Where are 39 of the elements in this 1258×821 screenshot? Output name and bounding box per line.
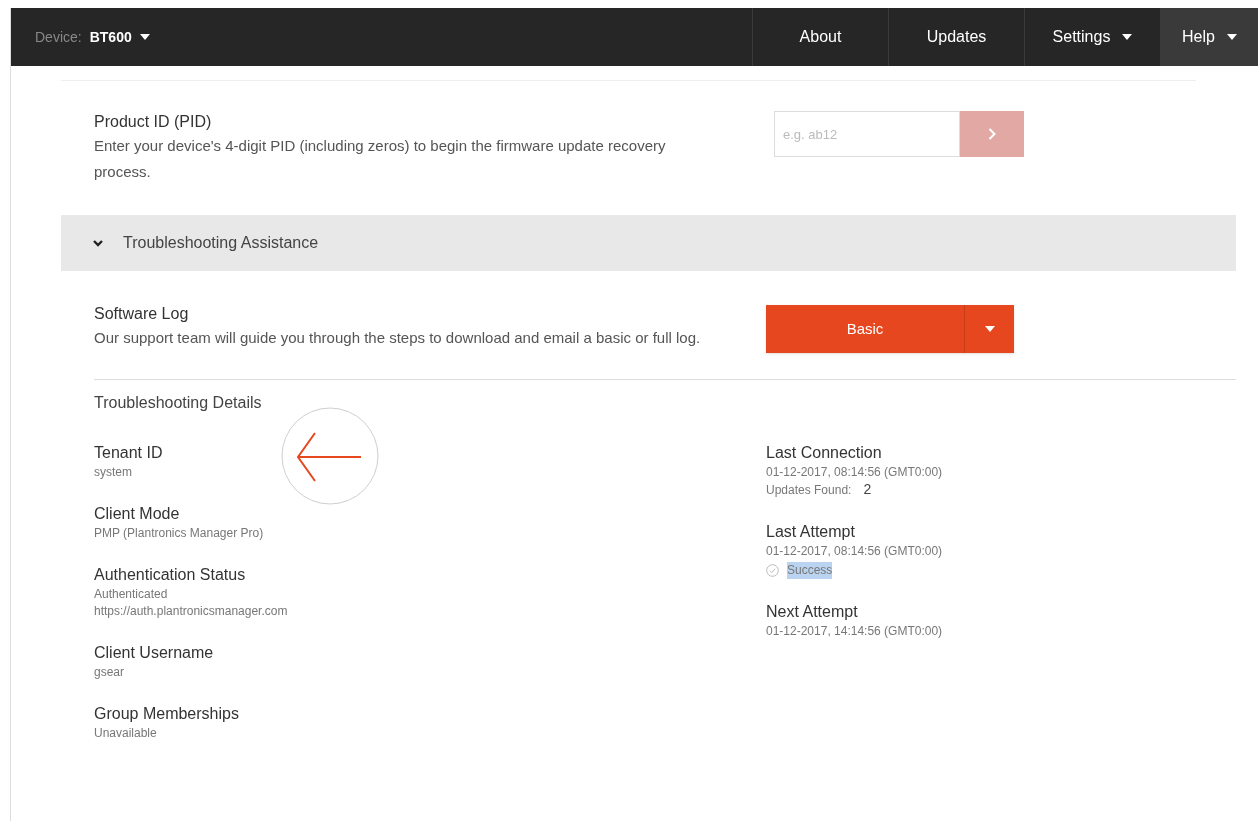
check-circle-icon	[766, 564, 779, 577]
status-text: Success	[787, 562, 833, 579]
detail-value: PMP (Plantronics Manager Pro)	[94, 525, 265, 542]
device-dropdown[interactable]: BT600	[89, 26, 150, 48]
detail-value: https://auth.plantronicsmanager.com	[94, 603, 289, 620]
pid-title: Product ID (PID)	[94, 112, 213, 132]
pid-input-field[interactable]: e.g. ab12	[774, 111, 960, 157]
details-title: Troubleshooting Details	[94, 393, 263, 413]
detail-value: 01-12-2017, 08:14:56 (GMT0:00)	[766, 464, 943, 481]
detail-label: Next Attempt	[766, 602, 859, 622]
detail-label: Client Mode	[94, 504, 181, 524]
pid-description: Enter your device's 4-digit PID (including zeros) to begin the firmware update recovery process.	[94, 136, 667, 182]
log-title: Software Log	[94, 304, 190, 324]
detail-label: Client Username	[94, 643, 215, 663]
detail-value: Unavailable	[94, 725, 158, 742]
detail-value: 01-12-2017, 14:14:56 (GMT0:00)	[766, 623, 943, 640]
nav-item[interactable]: Updates	[888, 8, 1024, 66]
device-label: Device:	[35, 27, 82, 47]
basic-log-button[interactable]: Basic	[766, 305, 964, 353]
caret-icon	[139, 34, 150, 40]
caret-icon	[984, 326, 995, 332]
chevron-right-icon	[988, 128, 996, 140]
detail-label: Authentication Status	[94, 565, 247, 585]
log-description: Our support team will guide you through the steps to download and email a basic or full log.	[94, 328, 702, 348]
accordion-header[interactable]: Troubleshooting Assistance	[61, 215, 1236, 271]
detail-label: Last Attempt	[766, 522, 856, 542]
nav-item[interactable]: About	[752, 8, 888, 66]
detail-value: gsear	[94, 664, 126, 681]
detail-label: Last Connection	[766, 443, 883, 463]
detail-label: Tenant ID	[94, 443, 164, 463]
count-value: 2	[863, 481, 872, 498]
detail-label: Group Memberships	[94, 704, 240, 724]
log-dropdown-button[interactable]	[964, 305, 1014, 353]
detail-value: 01-12-2017, 08:14:56 (GMT0:00)	[766, 543, 943, 560]
detail-value: system	[94, 464, 133, 481]
detail-value: Authenticated	[94, 586, 169, 603]
chevron-icon	[93, 239, 103, 247]
nav-item[interactable]: Help	[1160, 8, 1258, 66]
detail-label: Updates Found:	[766, 482, 852, 499]
